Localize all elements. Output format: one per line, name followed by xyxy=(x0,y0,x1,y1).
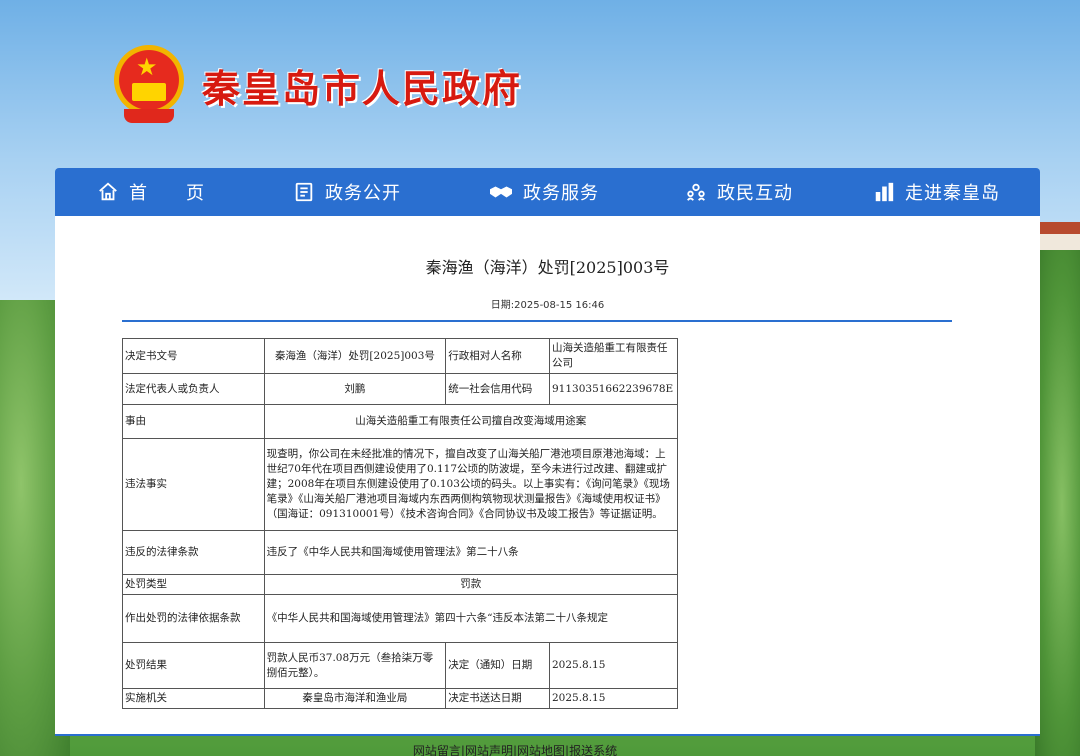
document-list-icon xyxy=(295,182,313,202)
footer-link-sitemap[interactable]: 网站地图 xyxy=(517,742,565,756)
nav-item-government-services[interactable]: 政务服务 xyxy=(489,168,599,216)
nav-item-home[interactable]: 首 页 xyxy=(97,168,205,216)
table-value: 罚款人民币37.08万元（叁拾柒万零捌佰元整）。 xyxy=(263,642,447,689)
background-scenery-right xyxy=(1035,250,1080,756)
table-label: 统一社会信用代码 xyxy=(445,373,550,405)
table-label: 违法事实 xyxy=(122,438,265,531)
nav-item-about-city[interactable]: 走进秦皇岛 xyxy=(873,168,1000,216)
nav-item-label: 政务服务 xyxy=(523,183,599,204)
title-divider xyxy=(122,320,952,322)
table-row: 违法事实 现查明，你公司在未经批准的情况下，擅自改变了山海关船厂港池项目原港池海… xyxy=(122,438,679,531)
table-value: 罚款 xyxy=(263,574,679,595)
nav-item-label: 政民互动 xyxy=(717,183,793,204)
table-label: 行政相对人名称 xyxy=(445,338,550,374)
content-panel: 秦海渔（海洋）处罚[2025]003号 日期:2025-08-15 16:46 … xyxy=(55,216,1040,736)
buildings-icon xyxy=(875,182,894,202)
table-value: 91130351662239678E xyxy=(548,373,679,405)
nav-item-interaction[interactable]: 政民互动 xyxy=(685,168,793,216)
footer-links: 网站留言 | 网站声明 | 网站地图 | 报送系统 xyxy=(0,742,1030,756)
footer-divider xyxy=(55,734,1040,736)
table-label: 违反的法律条款 xyxy=(122,530,265,575)
handshake-icon xyxy=(490,186,512,198)
footer-link-report-system[interactable]: 报送系统 xyxy=(569,742,617,756)
table-row: 处罚结果 罚款人民币37.08万元（叁拾柒万零捌佰元整）。 决定（通知）日期 2… xyxy=(122,642,679,689)
national-emblem-icon[interactable]: ★ xyxy=(110,43,188,127)
table-label: 作出处罚的法律依据条款 xyxy=(122,594,265,643)
main-nav: 首 页 政务公开 政务服务 政民互动 走进秦皇岛 xyxy=(55,168,1040,216)
table-label: 法定代表人或负责人 xyxy=(122,373,265,405)
table-row: 实施机关 秦皇岛市海洋和渔业局 决定书送达日期 2025.8.15 xyxy=(122,688,679,709)
table-row: 处罚类型 罚款 xyxy=(122,574,679,595)
table-value: 现查明，你公司在未经批准的情况下，擅自改变了山海关船厂港池项目原港池海域：上世纪… xyxy=(263,438,679,531)
table-value: 2025.8.15 xyxy=(548,688,679,709)
table-label: 事由 xyxy=(122,404,265,439)
table-row: 法定代表人或负责人 刘鹏 统一社会信用代码 91130351662239678E xyxy=(122,373,679,405)
table-label: 决定书文号 xyxy=(122,338,265,374)
nav-item-label: 首 页 xyxy=(129,183,205,204)
table-value: 违反了《中华人民共和国海域使用管理法》第二十八条 xyxy=(263,530,679,575)
penalty-info-table: 决定书文号 秦海渔（海洋）处罚[2025]003号 行政相对人名称 山海关造船重… xyxy=(122,338,679,709)
people-icon xyxy=(687,183,705,201)
table-value: 刘鹏 xyxy=(263,373,447,405)
home-icon xyxy=(99,182,117,201)
table-value: 《中华人民共和国海域使用管理法》第四十六条“违反本法第二十八条规定 xyxy=(263,594,679,643)
table-label: 决定（通知）日期 xyxy=(445,642,550,689)
table-label: 决定书送达日期 xyxy=(445,688,550,709)
table-value: 山海关造船重工有限责任公司擅自改变海域用途案 xyxy=(263,404,679,439)
nav-item-label: 政务公开 xyxy=(325,183,401,204)
table-value: 秦海渔（海洋）处罚[2025]003号 xyxy=(263,338,447,374)
footer-link-statement[interactable]: 网站声明 xyxy=(465,742,513,756)
site-header: ★ 秦皇岛市人民政府 xyxy=(110,40,522,130)
page-title: 秦海渔（海洋）处罚[2025]003号 xyxy=(425,258,670,277)
nav-item-government-affairs[interactable]: 政务公开 xyxy=(293,168,401,216)
nav-item-label: 走进秦皇岛 xyxy=(905,183,1000,204)
table-value: 山海关造船重工有限责任公司 xyxy=(548,338,679,374)
table-row: 违反的法律条款 违反了《中华人民共和国海域使用管理法》第二十八条 xyxy=(122,530,679,575)
table-label: 处罚类型 xyxy=(122,574,265,595)
table-value: 秦皇岛市海洋和渔业局 xyxy=(263,688,447,709)
table-value: 2025.8.15 xyxy=(548,642,679,689)
table-label: 处罚结果 xyxy=(122,642,265,689)
table-row: 决定书文号 秦海渔（海洋）处罚[2025]003号 行政相对人名称 山海关造船重… xyxy=(122,338,679,374)
table-row: 事由 山海关造船重工有限责任公司擅自改变海域用途案 xyxy=(122,404,679,439)
table-label: 实施机关 xyxy=(122,688,265,709)
footer-link-message[interactable]: 网站留言 xyxy=(413,742,461,756)
publish-date: 日期:2025-08-15 16:46 xyxy=(490,300,605,311)
site-title[interactable]: 秦皇岛市人民政府 xyxy=(202,58,522,113)
table-row: 作出处罚的法律依据条款 《中华人民共和国海域使用管理法》第四十六条“违反本法第二… xyxy=(122,594,679,643)
